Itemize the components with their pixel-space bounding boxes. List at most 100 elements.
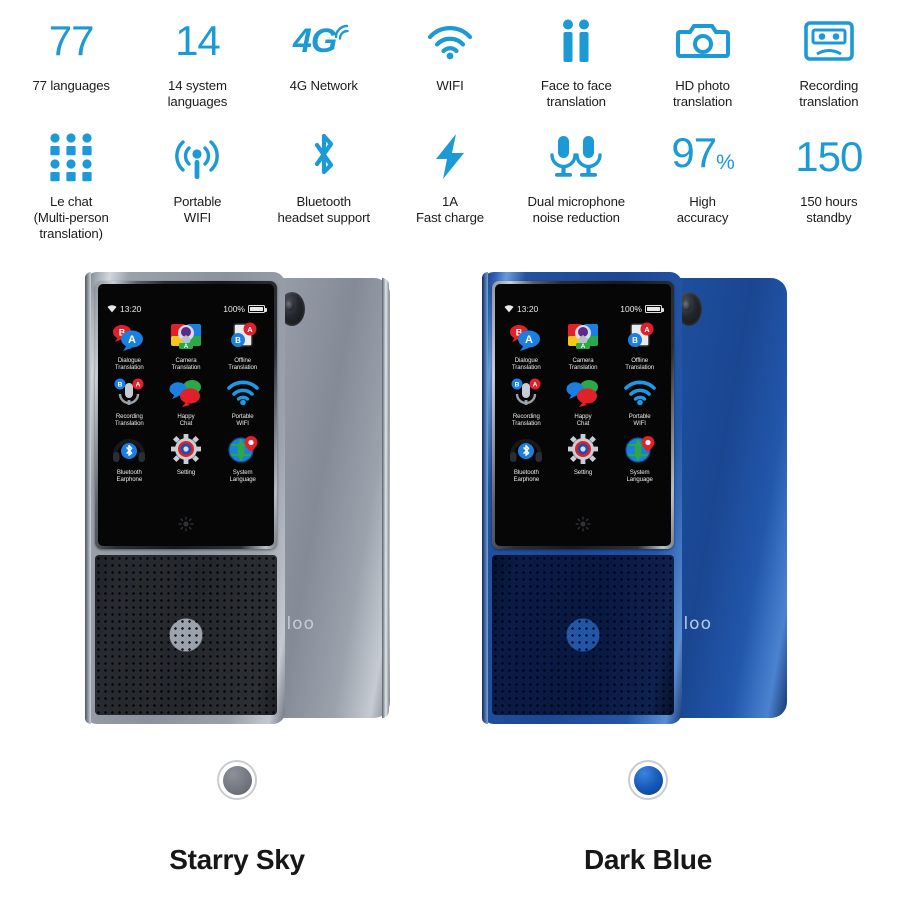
cassette-tape-icon: [768, 10, 890, 72]
app-label: Dialogue Translation: [114, 357, 144, 372]
feature-label: 150 hours standby: [800, 194, 857, 226]
feature-face-to-face-translation: Face to face translation: [513, 6, 639, 110]
two-persons-icon: [515, 10, 637, 72]
offline-translation-icon: A B: [224, 318, 262, 356]
app-setting[interactable]: Setting: [158, 430, 215, 484]
dialogue-translation-icon: B A: [507, 318, 545, 356]
app-happy-chat[interactable]: Happy Chat: [158, 374, 215, 428]
dot-grid-icon: [10, 126, 132, 188]
app-camera-translation[interactable]: A Camera Translation: [555, 318, 612, 372]
speaker-grille: [492, 555, 674, 715]
feature-label: High accuracy: [677, 194, 729, 226]
offline-translation-icon: A B: [621, 318, 659, 356]
feature-wifi: WIFI: [387, 6, 513, 110]
recording-translation-icon: B A: [110, 374, 148, 412]
feature-portable-wifi: Portable WIFI: [134, 122, 260, 242]
app-setting[interactable]: Setting: [555, 430, 612, 484]
screen-bezel: 13:20 100% B A Dialogue Translation A Ca…: [492, 281, 674, 549]
color-option-dark-blue[interactable]: Dark Blue: [528, 760, 768, 876]
starry-sky-device[interactable]: eloo 13:20 100% B A Dialogue Translation…: [85, 272, 390, 724]
feature-dual-microphone: Dual microphone noise reduction: [513, 122, 639, 242]
color-option-starry-sky[interactable]: Starry Sky: [117, 760, 357, 876]
brightness-sunburst-icon[interactable]: [495, 516, 671, 532]
wifi-glyph: [427, 26, 473, 60]
feature-label: Le chat (Multi-person translation): [34, 194, 109, 242]
feature-value: 14: [175, 17, 221, 64]
device-screen[interactable]: 13:20 100% B A Dialogue Translation A Ca…: [495, 284, 671, 546]
feature-label: Recording translation: [799, 78, 858, 110]
label-line: Recording: [799, 78, 859, 93]
app-portable-wifi[interactable]: Portable WIFI: [214, 374, 271, 428]
device-screen[interactable]: 13:20 100% B A Dialogue Translation A Ca…: [98, 284, 274, 546]
app-bluetooth-earphone[interactable]: Bluetooth Earphone: [101, 430, 158, 484]
app-grid: B A Dialogue Translation A Camera Transl…: [495, 318, 671, 483]
app-recording-translation[interactable]: B A Recording Translation: [498, 374, 555, 428]
label-line: languages: [167, 94, 228, 109]
app-system-language[interactable]: System Language: [611, 430, 668, 484]
wifi-status-icon: [107, 305, 117, 313]
label-line: Bluetooth: [296, 194, 352, 209]
camera-translation-icon: A: [167, 318, 205, 356]
color-name: Starry Sky: [169, 844, 305, 875]
dot-grid-glyph: [50, 133, 92, 182]
swatch-ring[interactable]: [217, 760, 257, 800]
feature-label: 14 system languages: [168, 78, 228, 110]
app-offline-translation[interactable]: A B Offline Translation: [214, 318, 271, 372]
signal-arcs-icon: [335, 24, 350, 40]
happy-chat-icon: [564, 374, 602, 412]
feature-4g-network: 4G 4G Network: [261, 6, 387, 110]
feature-grid: 77 77 languages 14 14 system languages 4…: [0, 0, 900, 242]
app-recording-translation[interactable]: B A Recording Translation: [101, 374, 158, 428]
app-dialogue-translation[interactable]: B A Dialogue Translation: [498, 318, 555, 372]
bluetooth-earphone-icon: [507, 430, 545, 468]
feature-label: Dual microphone noise reduction: [527, 194, 626, 226]
bolt-glyph: [435, 134, 464, 179]
swatch-ring[interactable]: [628, 760, 668, 800]
feature-le-chat: Le chat (Multi-person translation): [8, 122, 134, 242]
app-offline-translation[interactable]: A B Offline Translation: [611, 318, 668, 372]
bluetooth-icon: [263, 126, 385, 188]
number-150-icon: 150: [768, 126, 890, 188]
hotspot-antenna-icon: [136, 126, 258, 188]
battery-percent: 100%: [620, 304, 642, 314]
edge-seam: [779, 278, 786, 718]
number-14-icon: 14: [136, 10, 258, 72]
device-front-panel: 13:20 100% B A Dialogue Translation A Ca…: [482, 272, 682, 724]
app-label: Bluetooth Earphone: [116, 468, 143, 484]
feature-label: Portable WIFI: [173, 194, 221, 226]
svg-text:A: A: [128, 334, 136, 346]
accuracy-number: 97: [671, 129, 717, 176]
app-happy-chat[interactable]: Happy Chat: [555, 374, 612, 428]
4g-network-icon: 4G: [263, 10, 385, 72]
dark-blue-device[interactable]: eloo 13:20 100% B A Dialogue Translation…: [482, 272, 787, 724]
swatch-color-dot: [633, 765, 663, 795]
app-label: System Language: [229, 468, 256, 484]
label-line: Dual microphone: [527, 194, 626, 209]
feature-row-2: Le chat (Multi-person translation) Porta…: [8, 122, 892, 242]
setting-icon: [167, 430, 205, 468]
feature-value: 150: [795, 133, 863, 180]
app-bluetooth-earphone[interactable]: Bluetooth Earphone: [498, 430, 555, 484]
edge-seam: [382, 278, 389, 718]
feature-recording-translation: Recording translation: [766, 6, 892, 110]
battery-full-icon: [248, 305, 267, 313]
app-label: Portable WIFI: [231, 412, 254, 428]
app-portable-wifi[interactable]: Portable WIFI: [611, 374, 668, 428]
svg-text:A: A: [136, 381, 141, 388]
app-dialogue-translation[interactable]: B A Dialogue Translation: [101, 318, 158, 372]
wifi-status-icon: [504, 305, 514, 313]
feature-77-languages: 77 77 languages: [8, 6, 134, 110]
status-time: 13:20: [120, 304, 142, 314]
app-label: Dialogue Translation: [511, 357, 541, 372]
app-camera-translation[interactable]: A Camera Translation: [158, 318, 215, 372]
feature-label: WIFI: [436, 78, 463, 94]
status-bar: 13:20 100%: [495, 302, 671, 316]
label-line: 14 system: [168, 78, 227, 93]
label-line: High: [689, 194, 716, 209]
svg-text:B: B: [515, 381, 520, 388]
feature-150-hours-standby: 150 150 hours standby: [766, 122, 892, 242]
brightness-sunburst-icon[interactable]: [98, 516, 274, 532]
app-system-language[interactable]: System Language: [214, 430, 271, 484]
app-label: Recording Translation: [511, 412, 541, 428]
svg-text:A: A: [581, 344, 586, 350]
